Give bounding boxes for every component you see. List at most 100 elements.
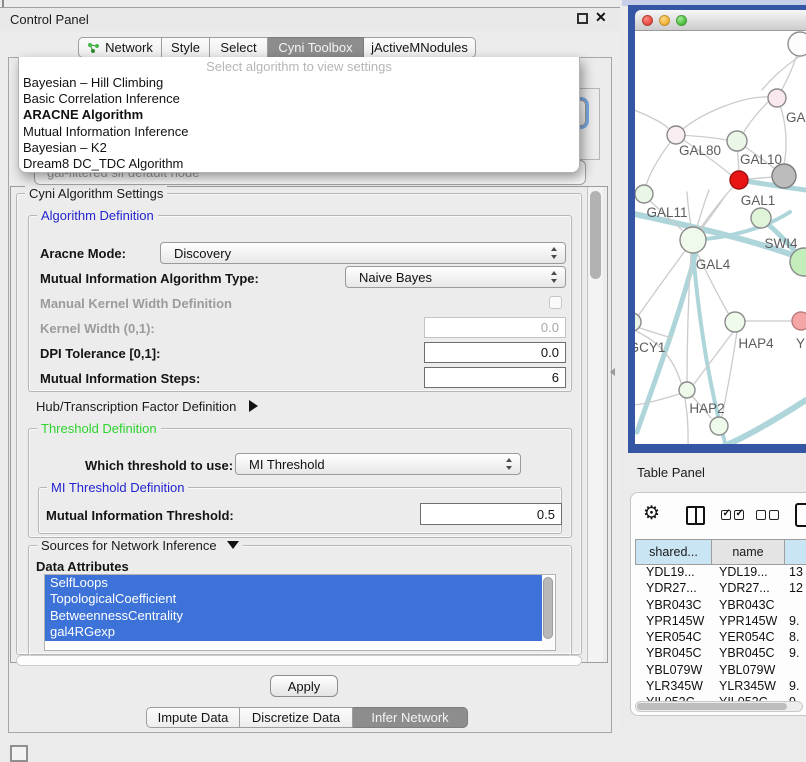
tab-cyni-toolbox[interactable]: Cyni Toolbox: [268, 37, 364, 58]
table-row[interactable]: YDR27...YDR27...12: [635, 581, 806, 597]
tab-label: Discretize Data: [252, 710, 340, 725]
mi-steps-field[interactable]: 6: [424, 367, 566, 388]
gear-icon[interactable]: ⚙: [643, 502, 660, 525]
table-row[interactable]: YLR345WYLR345W9.: [635, 679, 806, 695]
network-canvas[interactable]: GALGAL80GAL10GAL1GAL11SWI4GAL4GCY1HAP4YH…: [635, 31, 806, 444]
network-edge[interactable]: [739, 180, 806, 190]
algorithm-item[interactable]: Dream8 DC_TDC Algorithm: [19, 156, 579, 172]
network-node[interactable]: [680, 227, 706, 253]
minimize-traffic-light-icon[interactable]: [659, 15, 670, 26]
mi-threshold-field[interactable]: 0.5: [420, 503, 562, 525]
column-header-clipped[interactable]: [785, 539, 806, 565]
split-columns-icon[interactable]: [686, 506, 705, 525]
tab-jactivemnodules[interactable]: jActiveMNodules: [364, 37, 476, 58]
network-node[interactable]: [667, 126, 685, 144]
float-window-icon[interactable]: [577, 13, 588, 24]
close-traffic-light-icon[interactable]: [642, 15, 653, 26]
aracne-mode-combo[interactable]: Discovery: [160, 242, 566, 264]
stepper-arrows-icon: [551, 247, 558, 259]
kernel-width-field[interactable]: 0.0: [424, 317, 566, 338]
scrollbar-thumb[interactable]: [637, 703, 787, 710]
table-horizontal-scrollbar[interactable]: [635, 701, 803, 712]
list-vertical-scrollbar[interactable]: [542, 576, 554, 650]
manual-kernel-checkbox[interactable]: [549, 296, 562, 309]
network-edge[interactable]: [694, 332, 733, 384]
network-node[interactable]: [792, 312, 806, 330]
dpi-tolerance-field[interactable]: 0.0: [424, 342, 566, 363]
split-pane-handle-icon[interactable]: [610, 368, 615, 376]
algorithm-item[interactable]: Basic Correlation Inference: [19, 91, 579, 107]
node-label: GAL: [786, 110, 806, 125]
close-icon[interactable]: ✕: [595, 9, 607, 26]
tab-select[interactable]: Select: [210, 37, 268, 58]
settings-horizontal-scrollbar[interactable]: [16, 655, 582, 666]
network-node[interactable]: [710, 417, 728, 435]
column-header-shared[interactable]: shared...: [635, 539, 712, 565]
table-panel-title: Table Panel: [637, 465, 705, 480]
network-node[interactable]: [768, 89, 786, 107]
checked-boxes-icon[interactable]: [721, 510, 744, 520]
tab-impute-data[interactable]: Impute Data: [146, 707, 240, 728]
minimized-panel-chip[interactable]: [10, 745, 28, 762]
attribute-item-selected[interactable]: BetweennessCentrality: [45, 608, 542, 624]
attribute-item-selected[interactable]: SelfLoops: [45, 575, 542, 591]
network-node[interactable]: [730, 171, 748, 189]
table-panel-card: ⚙ shared... name YDL19...YDL19...13YDR27…: [630, 492, 806, 716]
network-edge[interactable]: [748, 177, 772, 179]
settings-vertical-scrollbar[interactable]: [587, 187, 603, 662]
table-rows: YDL19...YDL19...13YDR27...YDR27...12YBR0…: [635, 565, 806, 703]
network-node[interactable]: [725, 312, 745, 332]
table-cell: YDL19...: [635, 565, 712, 581]
table-cell: YDR27...: [635, 581, 712, 597]
maximize-traffic-light-icon[interactable]: [676, 15, 687, 26]
table-row[interactable]: YBL079WYBL079W: [635, 663, 806, 679]
algorithm-item[interactable]: ARACNE Algorithm: [19, 107, 579, 123]
algorithm-item[interactable]: Bayesian – K2: [19, 140, 579, 156]
table-row[interactable]: YBR045CYBR045C9.: [635, 646, 806, 662]
group-title: Threshold Definition: [37, 421, 161, 436]
table-row[interactable]: YDL19...YDL19...13: [635, 565, 806, 581]
algorithm-placeholder: Select algorithm to view settings: [19, 59, 579, 75]
unchecked-boxes-icon[interactable]: [756, 510, 779, 520]
data-attributes-list[interactable]: SelfLoopsTopologicalCoefficientBetweenne…: [44, 574, 556, 651]
algorithm-item[interactable]: Bayesian – Hill Climbing: [19, 75, 579, 91]
table-row[interactable]: YER054CYER054C8.: [635, 630, 806, 646]
column-header-name[interactable]: name: [712, 539, 785, 565]
hub-definition-expander[interactable]: Hub/Transcription Factor Definition: [36, 399, 258, 414]
node-label: Y: [796, 336, 805, 351]
network-node[interactable]: [788, 32, 806, 56]
attribute-item-selected[interactable]: TopologicalCoefficient: [45, 591, 542, 607]
apply-button[interactable]: Apply: [270, 675, 338, 697]
which-threshold-label: Which threshold to use:: [85, 458, 233, 473]
network-edge[interactable]: [724, 400, 806, 444]
attribute-item-selected[interactable]: gal4RGexp: [45, 624, 542, 640]
network-graph[interactable]: GALGAL80GAL10GAL1GAL11SWI4GAL4GCY1HAP4YH…: [635, 31, 806, 444]
node-label: GAL80: [679, 143, 721, 158]
tab-style[interactable]: Style: [162, 37, 210, 58]
network-node[interactable]: [772, 164, 796, 188]
network-edge[interactable]: [744, 101, 769, 132]
scrollbar-thumb[interactable]: [543, 577, 553, 639]
which-threshold-combo[interactable]: MI Threshold: [235, 453, 521, 475]
tab-infer-network[interactable]: Infer Network: [353, 707, 468, 728]
network-edge[interactable]: [635, 394, 679, 405]
table-row[interactable]: YBR043CYBR043C: [635, 598, 806, 614]
page-icon[interactable]: [795, 503, 806, 527]
network-edge[interactable]: [638, 240, 693, 316]
network-node[interactable]: [751, 208, 771, 228]
network-node[interactable]: [679, 382, 695, 398]
bottom-tabs: Impute Data Discretize Data Infer Networ…: [146, 707, 468, 728]
table-row[interactable]: YPR145WYPR145W9.: [635, 614, 806, 630]
algorithm-item[interactable]: Mutual Information Inference: [19, 124, 579, 140]
network-window-titlebar[interactable]: [635, 10, 806, 31]
network-node[interactable]: [727, 131, 747, 151]
mi-type-combo[interactable]: Naive Bayes: [345, 266, 566, 288]
node-label: GAL10: [740, 152, 782, 167]
network-node[interactable]: [635, 185, 653, 203]
sources-expander[interactable]: Sources for Network Inference: [37, 538, 243, 553]
kernel-width-label: Kernel Width (0,1):: [40, 321, 155, 336]
scrollbar-thumb[interactable]: [590, 191, 601, 279]
tab-discretize-data[interactable]: Discretize Data: [240, 707, 353, 728]
tab-network[interactable]: Network: [78, 37, 162, 58]
network-edge[interactable]: [635, 110, 668, 128]
